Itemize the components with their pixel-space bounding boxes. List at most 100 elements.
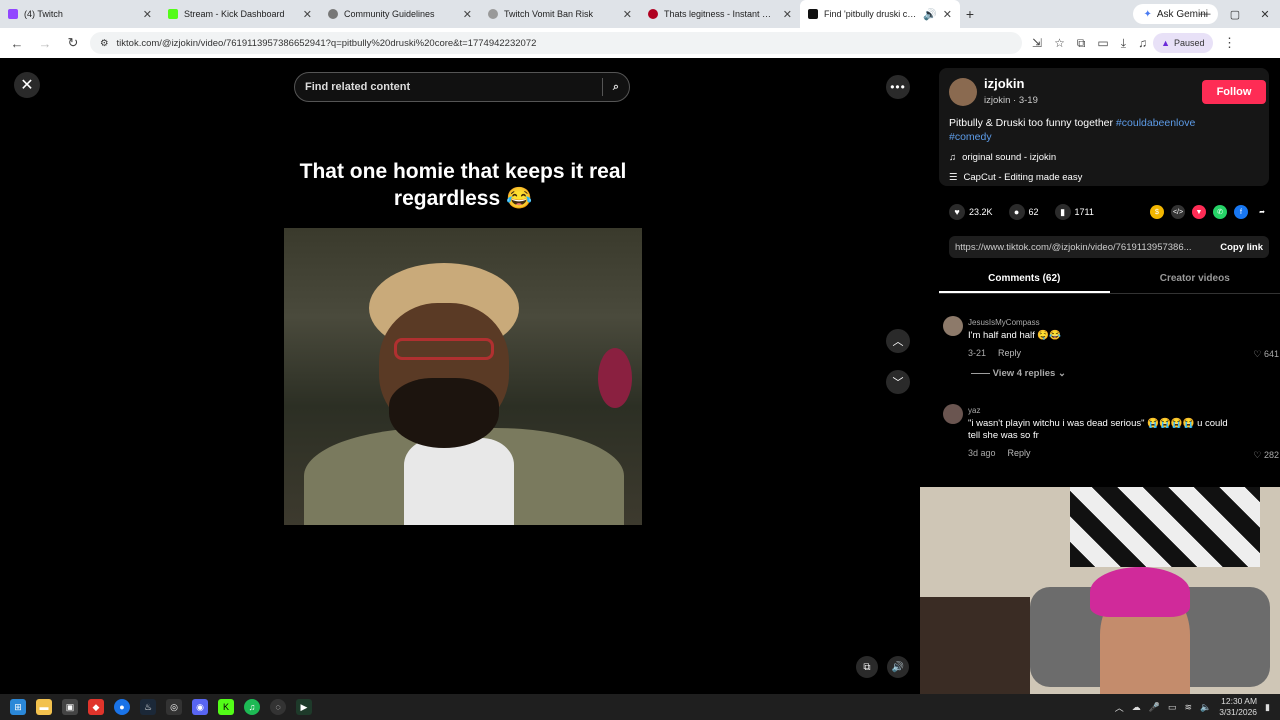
notification-icon[interactable]: ▮ [1265, 702, 1270, 713]
shelf-shape [920, 597, 1030, 694]
close-tab-icon[interactable]: ✕ [783, 8, 792, 21]
chrome-icon[interactable]: ● [114, 699, 130, 715]
embed-icon[interactable]: </> [1171, 205, 1185, 219]
close-tab-icon[interactable]: ✕ [303, 8, 312, 21]
mic-icon[interactable]: 🎤 [1149, 702, 1160, 713]
bookmark-star-icon[interactable]: ☆ [1054, 36, 1065, 51]
site-info-icon[interactable]: ⚙ [100, 38, 109, 49]
speaker-icon[interactable]: 🔊 [923, 8, 937, 21]
search-icon[interactable]: ⌕ [613, 81, 619, 94]
capcut-link[interactable]: ☰ CapCut - Editing made easy [949, 172, 1082, 183]
comment-username[interactable]: JesusIsMyCompass [968, 318, 1040, 327]
avatar[interactable] [949, 78, 977, 106]
maximize-icon[interactable]: ▢ [1220, 0, 1250, 28]
tab-creator-videos[interactable]: Creator videos [1110, 268, 1280, 293]
previous-video-button[interactable]: ︿ [886, 329, 910, 353]
tab-twitch[interactable]: (4) Twitch ✕ [0, 0, 160, 28]
menu-icon[interactable]: ⋮ [1219, 35, 1241, 51]
video-player[interactable]: Find related content ⌕ That one homie th… [284, 58, 642, 694]
tab-kick[interactable]: Stream - Kick Dashboard ✕ [160, 0, 320, 28]
new-tab-button[interactable]: + [960, 6, 980, 22]
heart-icon[interactable]: ♥ [949, 204, 965, 220]
view-replies-button[interactable]: —— View 4 replies ⌄ [971, 368, 1066, 379]
like-count: 23.2K [969, 207, 993, 217]
network-icon[interactable]: ☁ [1132, 702, 1141, 713]
more-options-button[interactable]: ••• [886, 75, 910, 99]
tab-vomit[interactable]: Twitch Vomit Ban Risk ✕ [480, 0, 640, 28]
terminal-icon[interactable]: ▶ [296, 699, 312, 715]
kick-icon[interactable]: K [218, 699, 234, 715]
speaker-icon[interactable]: 🔈 [1200, 702, 1211, 713]
share-icon[interactable]: ➦ [1255, 205, 1269, 219]
forward-icon[interactable]: → [34, 36, 56, 51]
close-tab-icon[interactable]: ✕ [143, 8, 152, 21]
username[interactable]: izjokin [984, 76, 1024, 91]
store-icon[interactable]: ▣ [62, 699, 78, 715]
display-icon[interactable]: ▭ [1168, 702, 1177, 713]
tab-guidelines[interactable]: Community Guidelines ✕ [320, 0, 480, 28]
send-icon[interactable]: ▼ [1192, 205, 1206, 219]
spotify-icon[interactable]: ♫ [244, 699, 260, 715]
tab-comments[interactable]: Comments (62) [939, 268, 1110, 293]
whatsapp-icon[interactable]: ✆ [1213, 205, 1227, 219]
coin-icon[interactable]: $ [1150, 205, 1164, 219]
comment-icon[interactable]: ● [1008, 204, 1025, 220]
comment-meta: 3d ago Reply [968, 448, 1031, 458]
app-icon[interactable]: ◎ [166, 699, 182, 715]
next-video-button[interactable]: ﹀ [886, 370, 910, 394]
hashtag-link[interactable]: #couldabeenlove [1116, 117, 1195, 129]
chevron-up-icon[interactable]: ︿ [1115, 701, 1124, 714]
kick-icon [168, 9, 178, 19]
reply-button[interactable]: Reply [998, 348, 1021, 358]
pip-icon: ⧉ [863, 661, 871, 673]
close-tab-icon[interactable]: ✕ [943, 8, 952, 21]
close-icon[interactable]: ✕ [1250, 0, 1280, 28]
obs-icon[interactable]: ◌ [270, 699, 286, 715]
related-search-input[interactable]: Find related content ⌕ [294, 72, 630, 102]
minimize-icon[interactable]: — [1190, 0, 1220, 28]
hashtag-link[interactable]: #comedy [949, 131, 992, 143]
app-icon[interactable]: ◆ [88, 699, 104, 715]
address-bar[interactable]: ⚙ tiktok.com/@izjokin/video/761911395738… [90, 32, 1022, 54]
sound-link[interactable]: ♫ original sound - izjokin [949, 152, 1056, 163]
pip-button[interactable]: ⧉ [856, 656, 878, 678]
download-icon[interactable]: ⤓ [1121, 36, 1126, 51]
wifi-icon[interactable]: ≋ [1184, 702, 1192, 713]
chevron-up-icon: ︿ [892, 336, 904, 348]
discord-icon[interactable]: ◉ [192, 699, 208, 715]
close-tab-icon[interactable]: ✕ [463, 8, 472, 21]
clock[interactable]: 12:30 AM 3/31/2026 [1219, 696, 1257, 718]
sound-label: original sound - izjokin [962, 152, 1057, 163]
close-tab-icon[interactable]: ✕ [623, 8, 632, 21]
comment-like[interactable]: ♡ 282 [1253, 450, 1279, 461]
tab-tiktok[interactable]: Find 'pitbully druski core' o 🔊 ✕ [800, 0, 960, 28]
close-video-button[interactable]: ✕ [14, 72, 40, 98]
back-icon[interactable]: ← [6, 36, 28, 51]
file-explorer-icon[interactable]: ▬ [36, 699, 52, 715]
media-icon[interactable]: ♫ [1138, 36, 1147, 51]
bookmark-icon[interactable]: ▮ [1054, 204, 1071, 220]
profile-button[interactable]: ▲ Paused [1153, 33, 1213, 53]
sparkle-icon: ✦ [1143, 8, 1152, 20]
reload-icon[interactable]: ↻ [62, 35, 84, 51]
follow-button[interactable]: Follow [1202, 80, 1266, 104]
install-icon[interactable]: ⇲ [1032, 36, 1042, 51]
volume-button[interactable]: 🔊 [887, 656, 909, 678]
avatar[interactable] [943, 404, 963, 424]
save-count: 1711 [1074, 207, 1094, 217]
tab-instant-sound[interactable]: Thats legitness - Instant Sound ✕ [640, 0, 800, 28]
extensions-icon[interactable]: ⧉ [1077, 36, 1086, 51]
windows-start-icon[interactable]: ⊞ [10, 699, 26, 715]
reply-button[interactable]: Reply [1008, 448, 1031, 458]
video-frame [284, 228, 642, 525]
copy-link-button[interactable]: Copy link [1220, 242, 1263, 253]
facebook-icon[interactable]: f [1234, 205, 1248, 219]
steam-icon[interactable]: ♨ [140, 699, 156, 715]
avatar[interactable] [943, 316, 963, 336]
split-view-icon[interactable]: ▭ [1097, 36, 1108, 51]
comment-date: 3d ago [968, 448, 996, 458]
comment-like[interactable]: ♡ 641 [1253, 349, 1279, 360]
bonnet-shape [1090, 567, 1190, 617]
comment-username[interactable]: yaz [968, 406, 980, 415]
tiktok-icon [808, 9, 818, 19]
